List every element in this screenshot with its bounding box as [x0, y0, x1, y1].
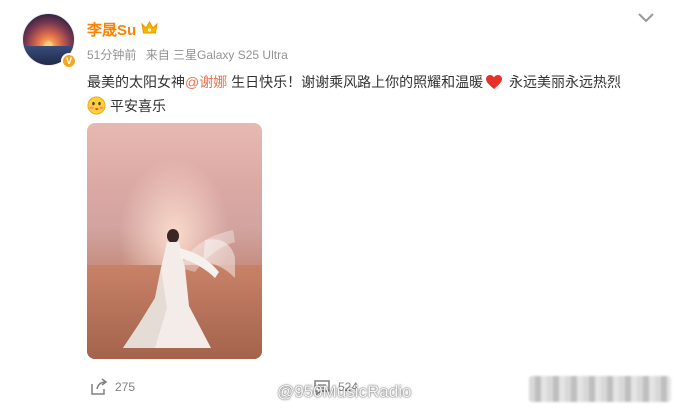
post-text-line-2: 平安喜乐 [87, 94, 662, 118]
share-icon [91, 378, 108, 395]
comment-button[interactable]: 524 [313, 378, 358, 396]
crown-icon [141, 21, 158, 34]
post-content: 最美的太阳女神@谢娜 生日快乐！谢谢乘风路上你的照耀和温暖 永远美丽永远热烈 平… [87, 70, 662, 118]
more-icon[interactable] [637, 12, 655, 24]
post-source: 来自 三星Galaxy S25 Ultra [145, 48, 288, 62]
verified-badge-icon: V [61, 53, 77, 69]
post-time[interactable]: 51分钟前 [87, 48, 136, 62]
comment-icon [314, 380, 330, 396]
emoji-icon [87, 96, 106, 115]
comment-count: 524 [338, 380, 359, 394]
like-area-blurred [529, 376, 671, 402]
text-before-mention: 最美的太阳女神 [87, 74, 185, 90]
text-after-heart: 永远美丽永远热烈 [505, 74, 621, 90]
weibo-post-card: V 李晟Su 51分钟前 来自 三星Galaxy S25 Ultra 最美的太阳… [0, 0, 675, 408]
share-count: 275 [115, 380, 136, 394]
post-text-line-1: 最美的太阳女神@谢娜 生日快乐！谢谢乘风路上你的照耀和温暖 永远美丽永远热烈 [87, 70, 662, 94]
author-name[interactable]: 李晟Su [87, 19, 136, 40]
post-text-line-2-label: 平安喜乐 [110, 98, 166, 114]
heart-icon [486, 75, 503, 89]
post-photo[interactable] [87, 123, 262, 359]
text-after-mention: 生日快乐！谢谢乘风路上你的照耀和温暖 [227, 74, 484, 90]
photo-figure [123, 229, 235, 348]
share-button[interactable]: 275 [90, 378, 135, 396]
mention-link[interactable]: @谢娜 [185, 74, 227, 90]
post-meta: 51分钟前 来自 三星Galaxy S25 Ultra [87, 46, 294, 63]
